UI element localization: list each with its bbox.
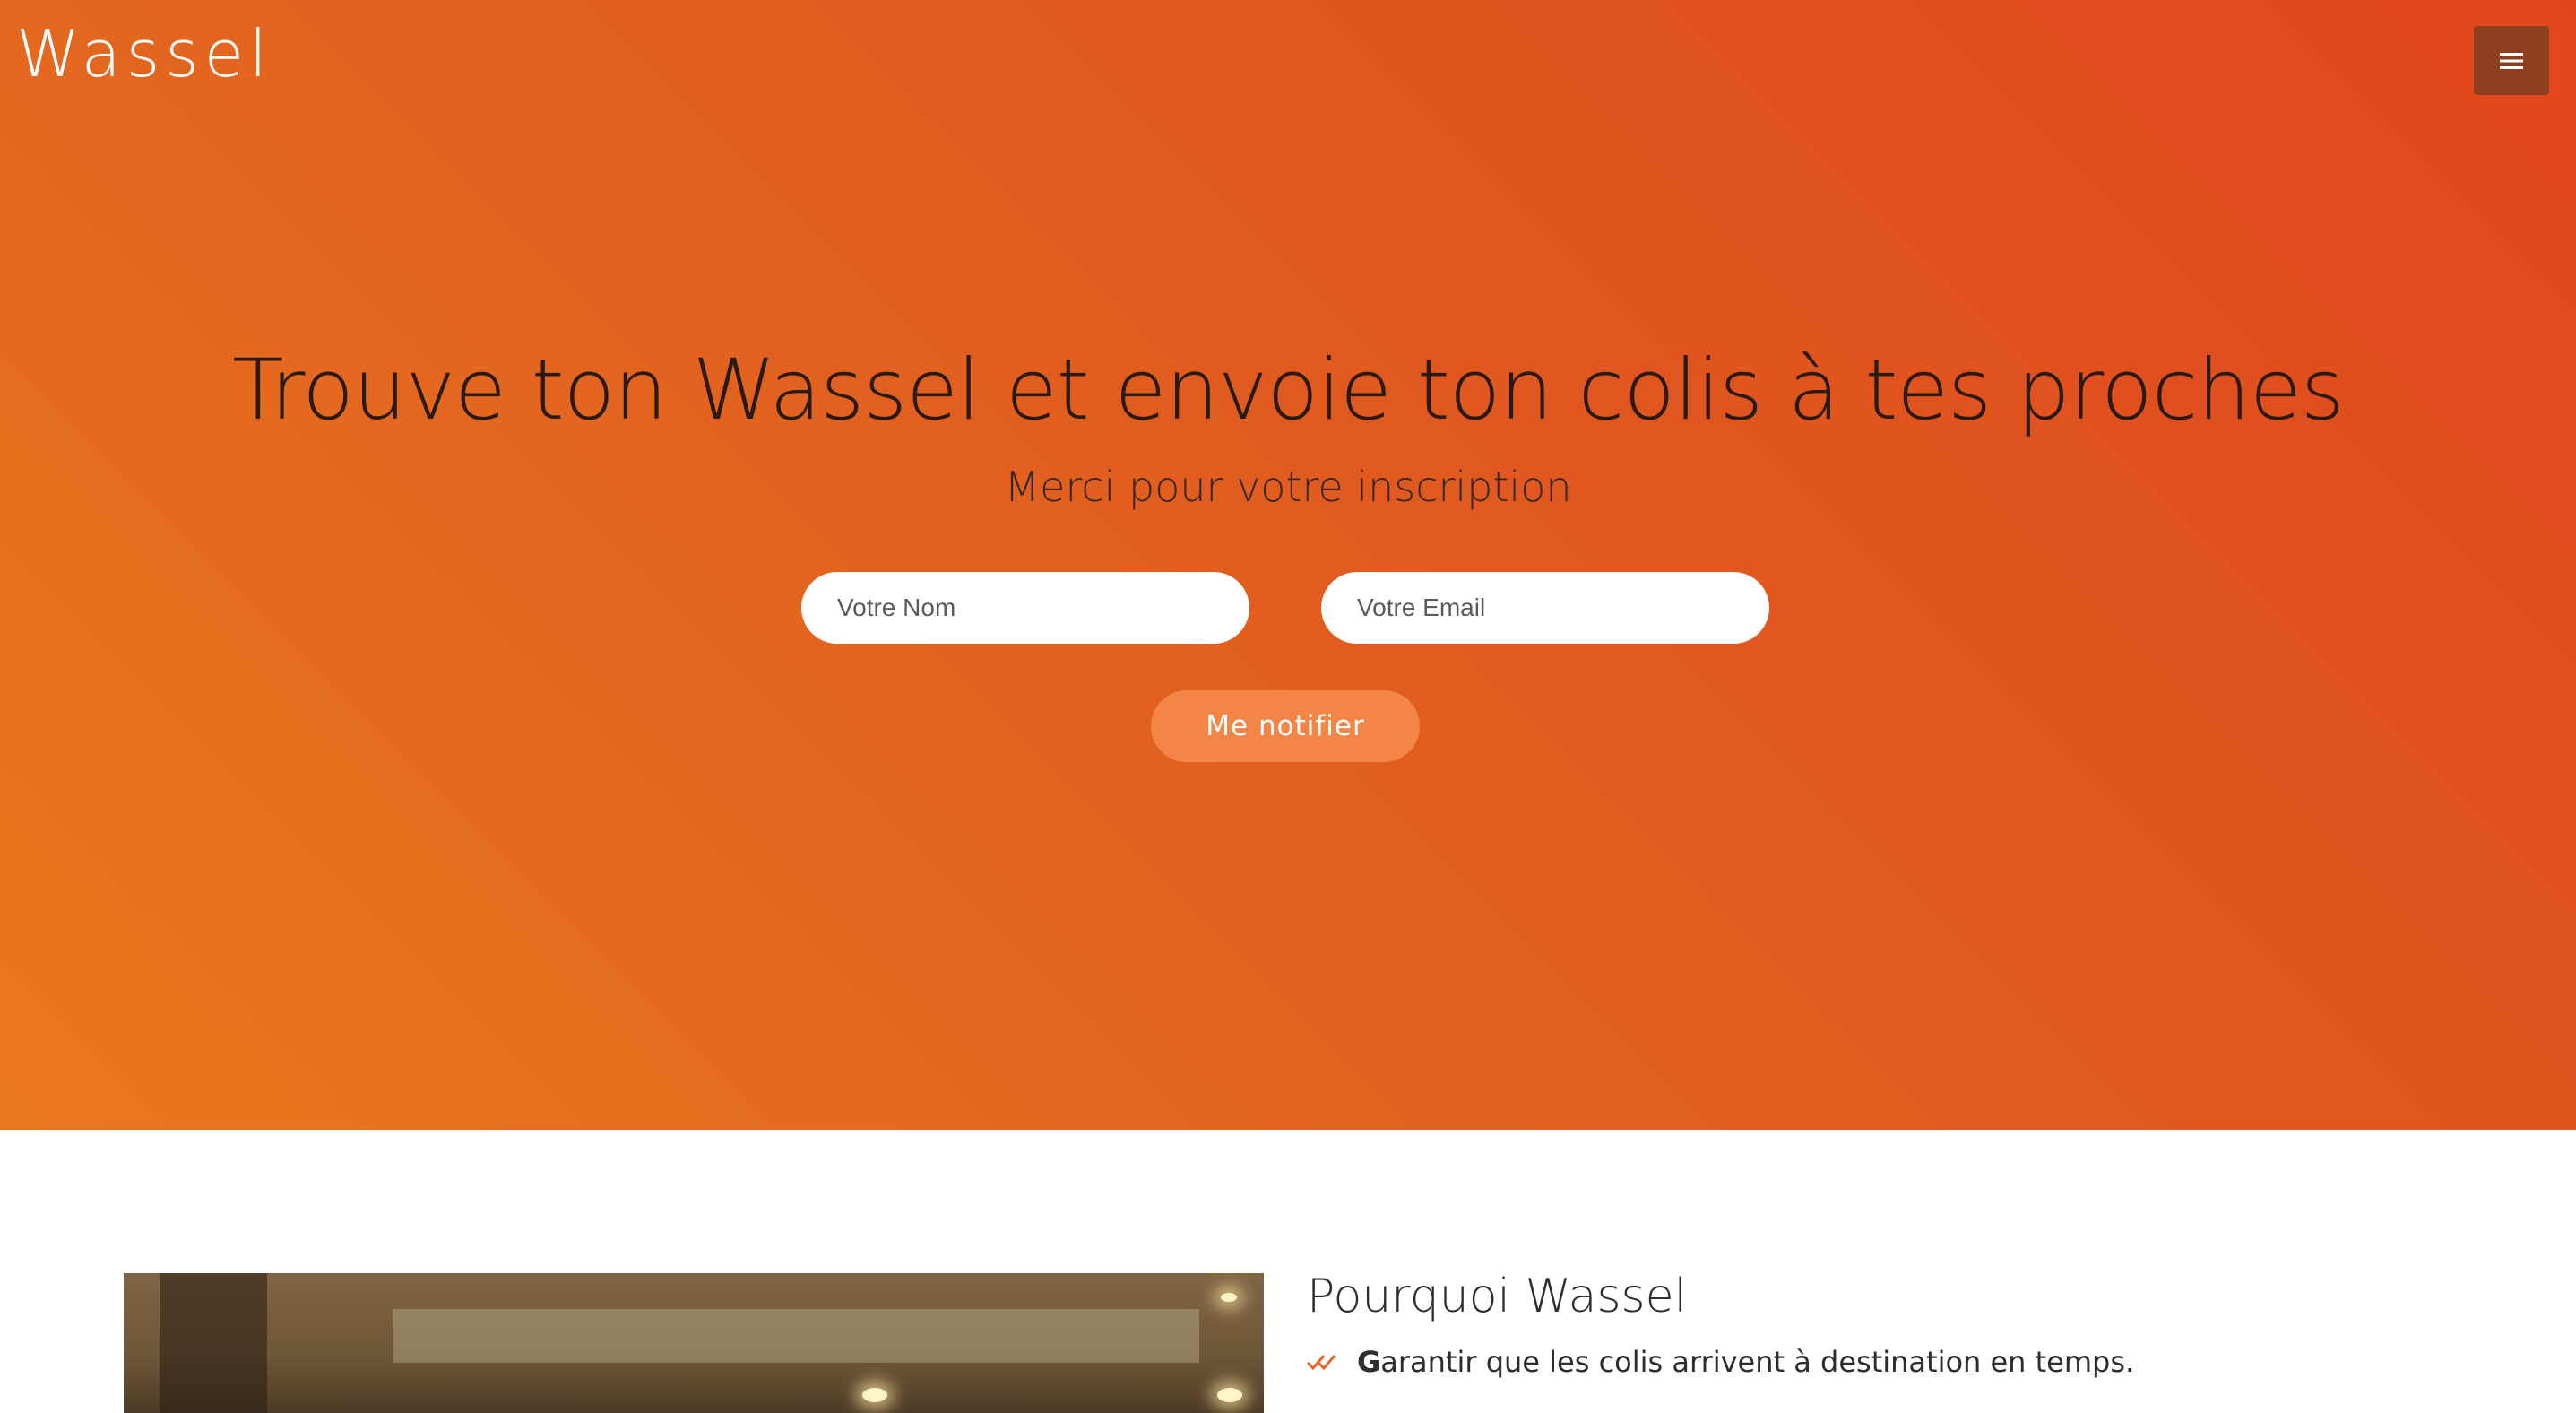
menu-toggle-button[interactable] bbox=[2474, 26, 2549, 95]
hero-section: Wassel Trouve ton Wassel et envoie ton c… bbox=[0, 0, 2576, 1130]
benefit-first-letter: G bbox=[1357, 1345, 1381, 1379]
benefit-item: Garantir que les colis arrivent à destin… bbox=[1307, 1345, 2134, 1379]
double-check-icon bbox=[1307, 1355, 1336, 1371]
notify-button[interactable]: Me notifier bbox=[1151, 690, 1420, 762]
benefit-rest: arantir que les colis arrivent à destina… bbox=[1380, 1345, 2135, 1379]
email-input[interactable] bbox=[1321, 572, 1769, 644]
name-input[interactable] bbox=[801, 572, 1249, 644]
hamburger-menu-icon bbox=[2500, 52, 2523, 69]
why-section-title: Pourquoi Wassel bbox=[1307, 1270, 1688, 1323]
feature-photo bbox=[124, 1273, 1264, 1413]
hero-headline: Trouve ton Wassel et envoie ton colis à … bbox=[232, 342, 2345, 439]
benefit-text: Garantir que les colis arrivent à destin… bbox=[1357, 1345, 2134, 1379]
hero-subheadline: Merci pour votre inscription bbox=[1004, 463, 1572, 511]
brand-logo[interactable]: Wassel bbox=[16, 22, 272, 86]
